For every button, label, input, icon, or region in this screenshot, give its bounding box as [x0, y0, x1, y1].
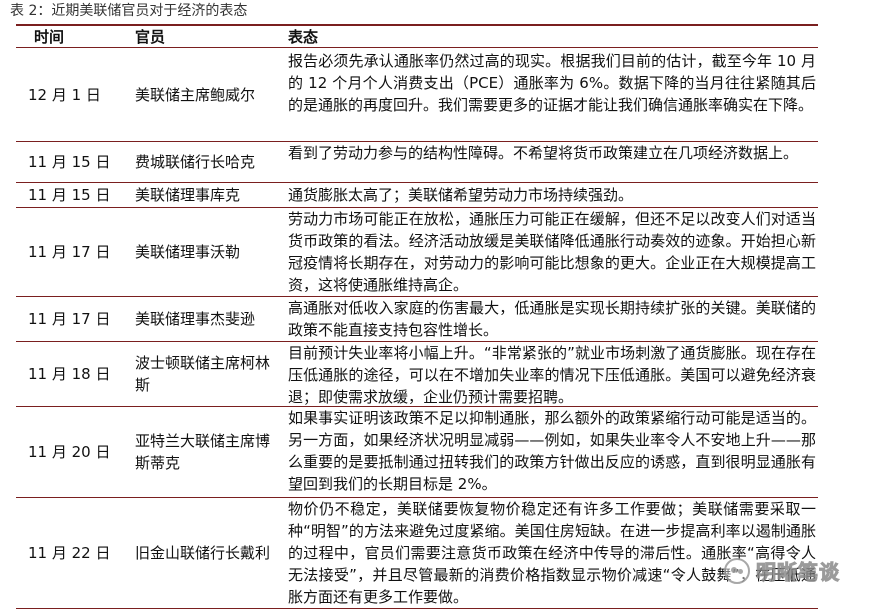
- table-row: 11 月 15 日 费城联储行长哈克 看到了劳动力参与的结构性障碍。不希望将货币…: [16, 142, 818, 183]
- row-date: 11 月 17 日: [28, 243, 111, 261]
- row-official: 美联储理事杰斐逊: [135, 310, 256, 328]
- wechat-icon: [724, 557, 750, 584]
- table-row: 11 月 15 日 美联储理事库克 通货膨胀太高了；美联储希望劳动力市场持续强劲…: [16, 183, 818, 208]
- row-date: 11 月 18 日: [28, 365, 111, 383]
- watermark: 明晰笔谈: [724, 556, 840, 585]
- row-date: 11 月 15 日: [28, 186, 111, 204]
- row-remark: 看到了劳动力参与的结构性障碍。不希望将货币政策建立在几项经济数据上。: [288, 144, 799, 162]
- row-date: 11 月 17 日: [28, 310, 111, 328]
- row-remark: 通货膨胀太高了；美联储希望劳动力市场持续强劲。: [288, 186, 634, 204]
- row-official: 亚特兰大联储主席博斯蒂克: [135, 432, 271, 472]
- row-official: 美联储理事沃勒: [135, 243, 241, 261]
- row-remark: 物价仍不稳定，美联储要恢复物价稳定还有许多工作要做；美联储需要采取一种“明智”的…: [288, 500, 816, 606]
- table-row: 11 月 18 日 波士顿联储主席柯林斯 目前预计失业率将小幅上升。“非常紧张的…: [16, 342, 818, 407]
- header-remark: 表态: [288, 28, 319, 46]
- header-official: 官员: [135, 28, 166, 46]
- row-official: 美联储主席鲍威尔: [135, 85, 256, 104]
- row-remark: 劳动力市场可能正在放松，通胀压力可能正在缓解，但还不足以改变人们对适当货币政策的…: [288, 210, 816, 294]
- row-official: 旧金山联储行长戴利: [135, 544, 271, 562]
- table-row: 11 月 17 日 美联储理事杰斐逊 高通胀对低收入家庭的伤害最大，低通胀是实现…: [16, 297, 818, 342]
- row-remark: 目前预计失业率将小幅上升。“非常紧张的”就业市场刺激了通货膨胀。现在存在压低通胀…: [288, 344, 816, 406]
- header-date: 时间: [34, 28, 65, 46]
- row-remark: 报告必须先承认通胀率仍然过高的现实。根据我们目前的估计，截至今年 10 月的 1…: [288, 52, 816, 114]
- row-date: 11 月 15 日: [28, 153, 111, 171]
- row-official: 费城联储行长哈克: [135, 153, 256, 171]
- row-date: 11 月 20 日: [28, 443, 111, 461]
- table-caption: 表 2：近期美联储官员对于经济的表态: [10, 3, 248, 19]
- table-row: 11 月 20 日 亚特兰大联储主席博斯蒂克 如果事实证明该政策不足以抑制通胀，…: [16, 407, 818, 498]
- row-remark: 如果事实证明该政策不足以抑制通胀，那么额外的政策紧缩行动可能是适当的。另一方面，…: [288, 409, 816, 493]
- table-row: 12 月 1 日 美联储主席鲍威尔 报告必须先承认通胀率仍然过高的现实。根据我们…: [16, 48, 818, 142]
- row-official: 波士顿联储主席柯林斯: [135, 354, 271, 394]
- table-row: 11 月 22 日 旧金山联储行长戴利 物价仍不稳定，美联储要恢复物价稳定还有许…: [16, 498, 818, 609]
- table-row: 11 月 17 日 美联储理事沃勒 劳动力市场可能正在放松，通胀压力可能正在缓解…: [16, 208, 818, 297]
- row-date: 11 月 22 日: [28, 544, 111, 562]
- watermark-text: 明晰笔谈: [756, 560, 840, 585]
- row-remark: 高通胀对低收入家庭的伤害最大，低通胀是实现长期持续扩张的关键。美联储的政策不能直…: [288, 299, 816, 339]
- table-top-rule: [16, 24, 818, 26]
- row-official: 美联储理事库克: [135, 186, 241, 204]
- row-date: 12 月 1 日: [28, 85, 101, 104]
